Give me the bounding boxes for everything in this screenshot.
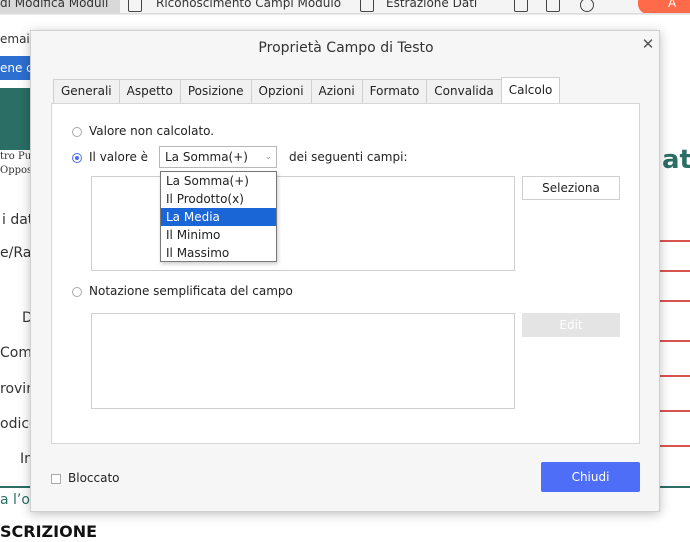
tab-bar: Generali Aspetto Posizione Opzioni Azion… bbox=[53, 77, 561, 103]
tab-opzioni[interactable]: Opzioni bbox=[250, 79, 312, 103]
dropdown-option-average[interactable]: La Media bbox=[161, 208, 276, 226]
doc-blue-banner: ene c bbox=[0, 56, 33, 80]
tab-posizione[interactable]: Posizione bbox=[179, 79, 252, 103]
background-toolbar: di Modifica Moduli Riconoscimento Campi … bbox=[0, 0, 690, 14]
form-recognition-icon[interactable] bbox=[128, 0, 142, 12]
tab-convalida[interactable]: Convalida bbox=[426, 79, 502, 103]
label-simplified-notation: Notazione semplificata del campo bbox=[89, 284, 293, 298]
dropdown-option-sum[interactable]: La Somma(+) bbox=[161, 172, 276, 190]
tab-formato[interactable]: Formato bbox=[361, 79, 428, 103]
doc-heading: ati bbox=[662, 145, 690, 175]
toolbar-tab-edit-forms[interactable]: di Modifica Moduli bbox=[0, 0, 120, 13]
tab-calcolo[interactable]: Calcolo bbox=[500, 77, 561, 103]
radio-value-is[interactable] bbox=[72, 153, 82, 163]
dropdown-option-maximum[interactable]: Il Massimo bbox=[161, 244, 276, 262]
toolbar-tab-field-recognition[interactable]: Riconoscimento Campi Modulo bbox=[156, 0, 341, 10]
chevron-down-icon: ⌄ bbox=[264, 152, 272, 162]
locked-checkbox[interactable] bbox=[51, 474, 61, 484]
label-following-fields: dei seguenti campi: bbox=[289, 150, 408, 164]
radio-not-calculated[interactable] bbox=[72, 127, 82, 137]
calculation-function-select[interactable]: La Somma(+) ⌄ bbox=[159, 146, 277, 168]
edit-button[interactable]: Edit bbox=[522, 313, 620, 337]
radio-simplified-notation[interactable] bbox=[72, 287, 82, 297]
upgrade-button[interactable]: A bbox=[638, 0, 690, 13]
doc-section-title: SCRIZIONE bbox=[0, 522, 98, 541]
dialog-title: Proprietà Campo di Testo bbox=[258, 40, 434, 56]
doc-logo bbox=[0, 88, 30, 150]
doc-label: e/Ra bbox=[0, 245, 32, 261]
dropdown-option-minimum[interactable]: Il Minimo bbox=[161, 226, 276, 244]
locked-label: Bloccato bbox=[68, 471, 120, 485]
doc-email-text: email bbox=[0, 32, 34, 46]
simplified-notation-textarea[interactable] bbox=[91, 313, 515, 409]
tab-azioni[interactable]: Azioni bbox=[310, 79, 363, 103]
toolbar-tab-data-extraction[interactable]: Estrazione Dati bbox=[386, 0, 477, 10]
selected-function: La Somma(+) bbox=[165, 150, 248, 164]
checkbox-tool-icon[interactable] bbox=[546, 0, 560, 12]
doc-label: i dat bbox=[2, 212, 34, 228]
close-dialog-button[interactable]: Chiudi bbox=[541, 462, 640, 492]
radio-tool-icon[interactable] bbox=[580, 0, 594, 12]
close-icon[interactable]: ✕ bbox=[639, 35, 657, 53]
function-dropdown-list: La Somma(+) Il Prodotto(x) La Media Il M… bbox=[160, 171, 277, 262]
text-field-properties-dialog: Proprietà Campo di Testo ✕ Generali Aspe… bbox=[30, 30, 660, 512]
tab-aspetto[interactable]: Aspetto bbox=[118, 79, 181, 103]
dropdown-option-product[interactable]: Il Prodotto(x) bbox=[161, 190, 276, 208]
doc-form-lines bbox=[660, 200, 690, 480]
label-value-is: Il valore è bbox=[89, 150, 149, 164]
doc-logo-caption: tro Pu Oppos bbox=[0, 151, 33, 176]
select-fields-button[interactable]: Seleziona bbox=[522, 176, 620, 200]
fields-list[interactable] bbox=[91, 176, 515, 271]
tab-generali[interactable]: Generali bbox=[53, 79, 120, 103]
toolbar-icon-1[interactable] bbox=[514, 0, 528, 12]
data-extraction-icon[interactable] bbox=[360, 0, 374, 12]
label-not-calculated: Valore non calcolato. bbox=[89, 124, 215, 138]
